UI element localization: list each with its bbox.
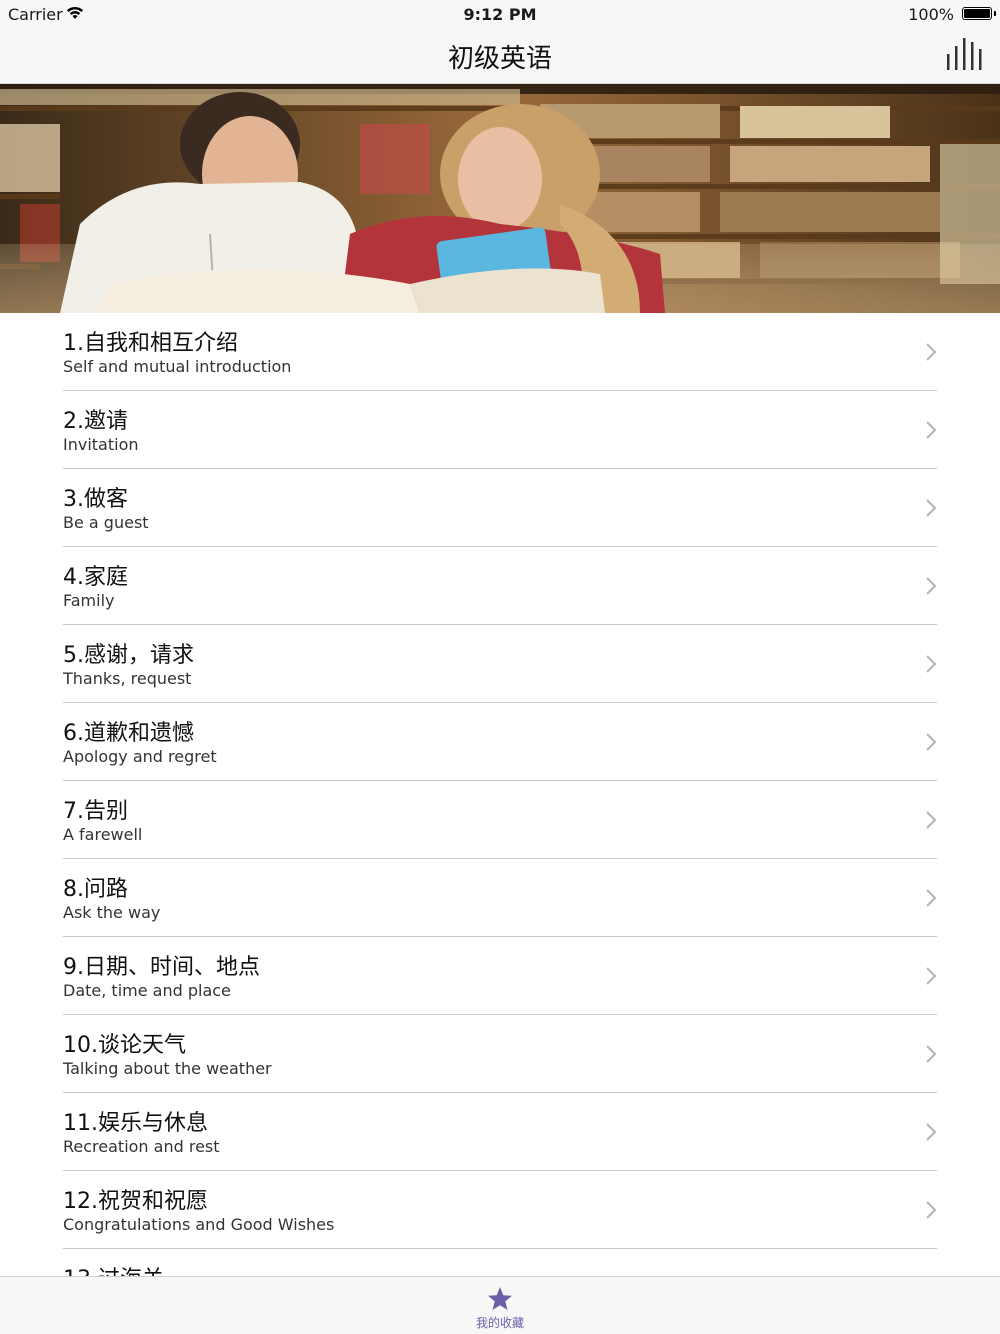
lesson-subtitle: Thanks, request: [63, 669, 192, 688]
hero-banner-image: [0, 84, 1000, 313]
lesson-title: 9.日期、时间、地点: [63, 955, 260, 980]
lesson-row[interactable]: 5.感谢，请求 Thanks, request: [0, 625, 1000, 703]
lesson-subtitle: Date, time and place: [63, 981, 231, 1000]
lesson-row[interactable]: 13.过海关: [0, 1249, 1000, 1276]
lesson-title: 12.祝贺和祝愿: [63, 1189, 208, 1214]
lesson-row[interactable]: 10.谈论天气 Talking about the weather: [0, 1015, 1000, 1093]
lesson-subtitle: Be a guest: [63, 513, 149, 532]
chevron-right-icon: [926, 1201, 937, 1219]
star-icon: [488, 1287, 512, 1310]
lesson-row[interactable]: 12.祝贺和祝愿 Congratulations and Good Wishes: [0, 1171, 1000, 1249]
lesson-row[interactable]: 8.问路 Ask the way: [0, 859, 1000, 937]
lesson-title: 6.道歉和遗憾: [63, 721, 194, 746]
chevron-right-icon: [926, 733, 937, 751]
lesson-row[interactable]: 4.家庭 Family: [0, 547, 1000, 625]
tab-bar: 我的收藏: [0, 1276, 1000, 1334]
lesson-title: 1.自我和相互介绍: [63, 331, 238, 356]
chevron-right-icon: [926, 577, 937, 595]
lesson-subtitle: A farewell: [63, 825, 143, 844]
page-title: 初级英语: [447, 44, 552, 74]
lesson-title: 4.家庭: [63, 565, 128, 590]
chevron-right-icon: [926, 499, 937, 517]
photo-students-library: [0, 84, 1000, 313]
lesson-subtitle: Invitation: [63, 435, 139, 454]
lesson-subtitle: Talking about the weather: [63, 1059, 272, 1078]
tab-favorites[interactable]: 我的收藏: [450, 1285, 550, 1331]
lesson-subtitle: Congratulations and Good Wishes: [63, 1215, 335, 1234]
bar-chart-icon[interactable]: [946, 36, 982, 70]
lesson-row[interactable]: 11.娱乐与休息 Recreation and rest: [0, 1093, 1000, 1171]
lesson-row[interactable]: 2.邀请 Invitation: [0, 391, 1000, 469]
lesson-subtitle: Family: [63, 591, 115, 610]
lesson-title: 2.邀请: [63, 409, 128, 434]
chevron-right-icon: [926, 889, 937, 907]
lesson-title: 10.谈论天气: [63, 1033, 186, 1058]
chevron-right-icon: [926, 967, 937, 985]
lesson-title: 7.告别: [63, 799, 128, 824]
lesson-title: 11.娱乐与休息: [63, 1111, 208, 1136]
clock: 9:12 PM: [463, 5, 537, 24]
chevron-right-icon: [926, 811, 937, 829]
lesson-subtitle: Ask the way: [63, 903, 161, 922]
chevron-right-icon: [926, 421, 937, 439]
lesson-title: 8.问路: [63, 877, 128, 902]
lesson-subtitle: Self and mutual introduction: [63, 357, 292, 376]
lesson-title: 5.感谢，请求: [63, 643, 194, 668]
lesson-list: 1.自我和相互介绍 Self and mutual introduction 2…: [0, 313, 1000, 1276]
lesson-title: 3.做客: [63, 487, 128, 512]
chevron-right-icon: [926, 655, 937, 673]
lesson-subtitle: Recreation and rest: [63, 1137, 220, 1156]
lesson-row[interactable]: 6.道歉和遗憾 Apology and regret: [0, 703, 1000, 781]
lesson-row[interactable]: 9.日期、时间、地点 Date, time and place: [0, 937, 1000, 1015]
chevron-right-icon: [926, 1123, 937, 1141]
battery-percent: 100%: [908, 5, 954, 24]
chevron-right-icon: [926, 1045, 937, 1063]
chevron-right-icon: [926, 343, 937, 361]
status-bar: Carrier 9:12 PM 100%: [0, 0, 1000, 28]
lesson-row[interactable]: 3.做客 Be a guest: [0, 469, 1000, 547]
tab-label: 我的收藏: [475, 1316, 524, 1330]
lesson-row[interactable]: 7.告别 A farewell: [0, 781, 1000, 859]
navigation-bar: 初级英语: [0, 28, 1000, 84]
battery-icon: [962, 7, 996, 20]
lesson-title: 13.过海关: [63, 1261, 164, 1276]
lesson-subtitle: Apology and regret: [63, 747, 217, 766]
lesson-row[interactable]: 1.自我和相互介绍 Self and mutual introduction: [0, 313, 1000, 391]
